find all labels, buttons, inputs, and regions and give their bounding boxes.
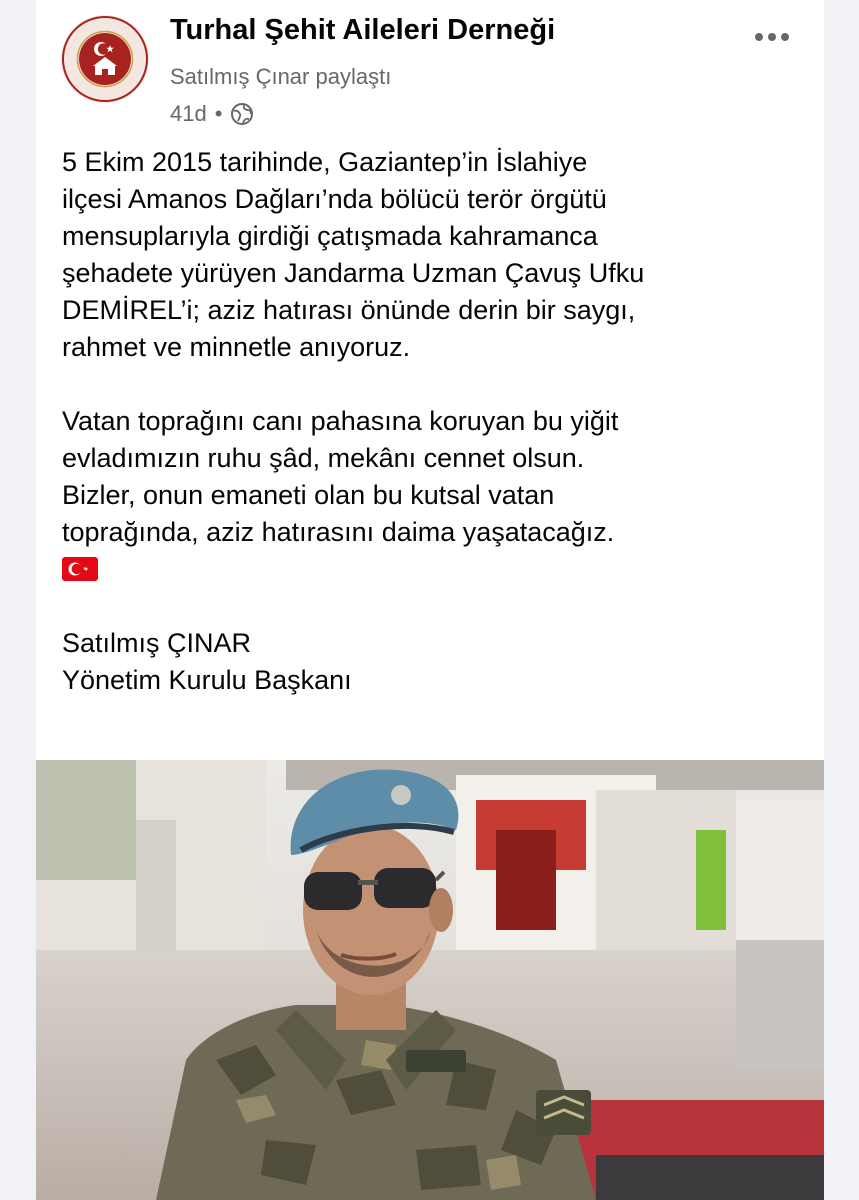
signature-name: Satılmış ÇINAR: [62, 628, 252, 658]
text-line: Bizler, onun emaneti olan bu kutsal vata…: [62, 480, 555, 510]
text-line: şehadete yürüyen Jandarma Uzman Çavuş Uf…: [62, 258, 645, 288]
post-card: Turhal Şehit Aileleri Derneği Satılmış Ç…: [36, 0, 824, 1200]
text-line: mensuplarıyla girdiği çatışmada kahraman…: [62, 221, 598, 251]
page-name[interactable]: Turhal Şehit Aileleri Derneği: [170, 14, 555, 47]
post-photo[interactable]: [36, 760, 824, 1200]
shared-by-text[interactable]: Satılmış Çınar paylaştı: [170, 64, 391, 90]
soldier-portrait-image: [36, 760, 824, 1200]
text-line: DEMİREL’i; aziz hatırası önünde derin bi…: [62, 295, 636, 325]
page-avatar[interactable]: [60, 14, 150, 104]
text-line: toprağında, aziz hatırasını daima yaşata…: [62, 517, 615, 547]
text-line: rahmet ve minnetle anıyoruz.: [62, 332, 411, 362]
association-logo: [61, 15, 149, 103]
signature-title: Yönetim Kurulu Başkanı: [62, 665, 352, 695]
text-line: ilçesi Amanos Dağları’nda bölücü terör ö…: [62, 184, 607, 214]
post-text: 5 Ekim 2015 tarihinde, Gaziantep’in İsla…: [62, 144, 802, 699]
text-line: evladımızın ruhu şâd, mekânı cennet olsu…: [62, 443, 585, 473]
post-timestamp[interactable]: 41d: [170, 101, 207, 127]
globe-icon[interactable]: [230, 102, 254, 126]
turkish-flag-icon: [62, 557, 98, 581]
text-line: Vatan toprağını canı pahasına koruyan bu…: [62, 406, 619, 436]
meta-separator: •: [214, 101, 223, 126]
post-meta: 41d •: [170, 101, 254, 127]
flag-line: [62, 551, 802, 588]
more-options-button[interactable]: [750, 20, 794, 54]
post-header: Turhal Şehit Aileleri Derneği Satılmış Ç…: [36, 0, 824, 140]
text-line: 5 Ekim 2015 tarihinde, Gaziantep’in İsla…: [62, 147, 588, 177]
more-horizontal-icon: [755, 33, 789, 41]
